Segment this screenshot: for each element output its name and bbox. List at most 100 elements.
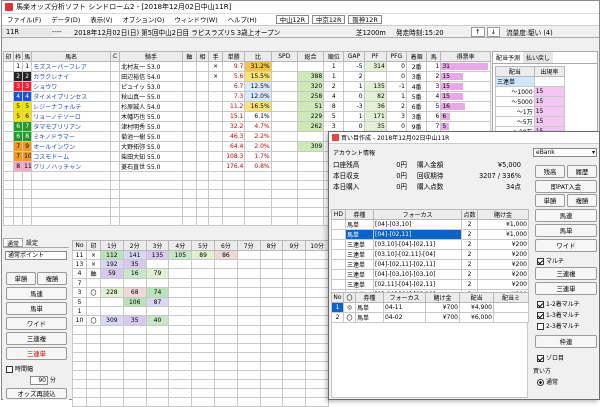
result-header[interactable]: 券種 [355,292,384,303]
menu-data[interactable]: データ(D) [46,15,85,24]
dlg-exacta-button[interactable]: 馬単 [535,224,597,237]
header-cell[interactable]: 馬 [426,51,442,62]
matrix-header[interactable]: 7分 [236,240,261,251]
matrix-header[interactable]: 3分 [145,240,170,251]
header-cell[interactable]: 馬 [22,51,33,62]
matrix-row[interactable]: 1 [72,306,329,316]
header-cell[interactable]: 単勝 [222,51,246,62]
result-row[interactable]: 1 ◎ 馬単 04-11 ¥700 ¥4,900 [331,302,529,313]
tab-payout-forecast[interactable]: 配当予測 [493,52,524,63]
venue-select-2[interactable]: 中京12R [312,15,346,24]
multi-13-checkbox[interactable] [537,312,544,319]
multi-checkbox[interactable] [537,258,544,265]
matrix-header[interactable]: 8分 [259,240,284,251]
horse-row[interactable]: 4 4 ダイメイプリンセス 秋山真一 55.0 7.3 12.0% 258 4 0 82 1 5番 4 1… [2,91,491,102]
horse-row[interactable]: 6 7 タマモブリリアン 津村明秀 55.0 32.2 4.7% 262 3 0 35 0 9番 7 5 [2,121,491,132]
exacta-button[interactable]: 馬単 [6,302,67,315]
tab-refund[interactable]: 払い戻し [523,52,554,63]
matrix-row[interactable]: 4 軸 59 16 79 [72,268,329,279]
matrix-row[interactable]: 11 × 112 141 135 105 89 86 [72,250,329,260]
trio-button[interactable]: 三連複 [6,332,67,345]
trifecta-button[interactable]: 三連単 [6,347,67,360]
point-select[interactable]: 通常ポイント [5,251,67,260]
result-row[interactable]: 2 〇馬単 04-02 ¥700 ¥6,000 [331,312,529,323]
bet-list-header[interactable]: 賭け金 [477,209,529,220]
header-cell[interactable]: 騎手 [119,51,183,62]
matrix-header[interactable]: 6分 [213,240,238,251]
zorome-checkbox[interactable] [537,355,544,362]
header-cell[interactable]: PF [363,51,387,62]
tab-settings[interactable]: 設定 [23,238,41,247]
matrix-row[interactable]: 10 〇 309 35 40 [72,315,329,326]
header-cell[interactable]: 馬名 [31,51,112,62]
bet-list-row[interactable]: 三連単 [03,10]-[04]-[02,11] 2 ¥200 [331,239,529,250]
header-cell[interactable]: 相 [195,51,210,62]
balance-button[interactable]: 残高 [535,165,565,178]
header-cell[interactable]: 着順 [405,51,428,62]
dlg-trifecta-button[interactable]: 三連単 [535,282,597,295]
matrix-row[interactable]: 13 × 192 35 [72,259,329,269]
header-cell[interactable]: 枠 [13,51,24,62]
horse-row[interactable]: 5 5 レジーナフォルテ 杉原誠人 54.0 11.2 16.5% 51 8 -3 36 2 6番 5 1… [2,101,491,112]
nav-down-button[interactable]: ↓ [486,26,501,37]
menu-view[interactable]: 表示(V) [85,15,117,24]
time-range-input[interactable]: 90 [30,376,48,385]
header-cell[interactable]: 手 [208,51,224,62]
header-cell[interactable]: 得票率 [440,51,491,62]
horse-row[interactable]: 2 2 カラクレナイ 田辺裕信 54.0 × 5.6 15.5% 388 1 2 0 3番 2 15 [2,71,491,82]
time-range-checkbox[interactable] [6,366,13,373]
matrix-header[interactable]: 9分 [282,240,307,251]
header-cell[interactable]: 比 [244,51,272,62]
bet-list-row[interactable]: 馬単 [04]-[03,10] 2 ¥1,000 [331,219,529,230]
header-cell[interactable]: C [110,51,121,62]
bet-list-header[interactable]: 券種 [345,209,374,220]
ipat-deposit-button[interactable]: 即PAT入金 [535,180,597,193]
bet-list-row[interactable]: 三連単 [03,10]-[02,11]-[04] 2 ¥200 [331,249,529,260]
result-header[interactable]: フォーカス [383,292,426,303]
dlg-win-button[interactable]: 単勝 [535,194,565,207]
menu-help[interactable]: ヘルプ(H) [223,15,262,24]
horse-row[interactable]: 5 6 リョーノテソーロ 木幡巧也 55.0 15.1 6.1% 229 5 1 171 3 3番 6 6 [2,111,491,122]
history-button[interactable]: 履歴 [567,165,597,178]
bet-list-row[interactable]: 三連単 [02,11]-[04]-[02,11] 2 ¥200 [331,279,529,290]
horse-row[interactable]: 1 1 モズスーパーフレア 北村友一 53.0 × 9.7 31.2% 1 -5 314 0 2番 1 3… [2,61,491,72]
header-cell[interactable]: 総合 [296,51,325,62]
result-header[interactable]: 配当 [459,292,494,303]
wide-button[interactable]: ワイド [6,317,67,330]
multi-23-checkbox[interactable] [537,323,544,330]
matrix-row[interactable]: 5 106 87 [72,297,329,307]
result-header[interactable]: 〇 [343,292,356,303]
tab-normal[interactable]: 通常 [3,238,24,248]
matrix-header[interactable]: 10分 [305,240,329,251]
header-cell[interactable]: 軸 [181,51,197,62]
place-button[interactable]: 複勝 [37,272,67,285]
header-cell[interactable]: GAP [343,51,365,62]
nav-up-button[interactable]: ↑ [471,26,485,37]
quinella-button[interactable]: 馬連 [6,287,67,300]
bet-list-row[interactable]: 馬単 [04]-[02,11] 2 ¥1,000 [331,229,529,240]
dlg-quinella-button[interactable]: 馬連 [535,209,597,222]
venue-select-3[interactable]: 阪神12R [348,15,382,24]
matrix-row[interactable]: 3 〇 228 68 74 [72,287,329,298]
bank-select[interactable]: eBank ▾ [533,148,597,157]
header-cell[interactable]: PFG [385,51,408,62]
bet-list-row[interactable]: 三連単 [04]-[03,10]-[03,10] 2 ¥200 [331,269,529,280]
menu-window[interactable]: ウィンドウ(W) [169,15,222,24]
menu-options[interactable]: オプション(O) [117,15,169,24]
header-cell[interactable]: 順位 [323,51,345,62]
matrix-header[interactable]: 印 [86,240,101,251]
bet-list-header[interactable]: フォーカス [373,209,462,220]
matrix-row[interactable]: 7 [72,278,329,288]
dlg-bracket-button[interactable]: 枠連 [535,335,597,348]
venue-select-1[interactable]: 中山12R [275,15,310,24]
dlg-place-button[interactable]: 複勝 [567,194,597,207]
result-header[interactable]: 賭け金 [425,292,460,303]
bet-list-header[interactable]: HD [331,209,346,220]
matrix-header[interactable]: 4分 [168,240,193,251]
header-cell[interactable]: 印 [2,51,15,62]
bet-list-header[interactable]: 点数 [461,209,478,220]
matrix-header[interactable]: 1分 [100,240,124,251]
result-header[interactable]: 配当ミ [493,292,529,303]
horse-row[interactable]: 3 3 ショウワ ピュイッ 53.0 6.7 12.5% 320 2 1 135 -1 4番 3 15 [2,81,491,92]
result-header[interactable]: No [331,292,344,303]
